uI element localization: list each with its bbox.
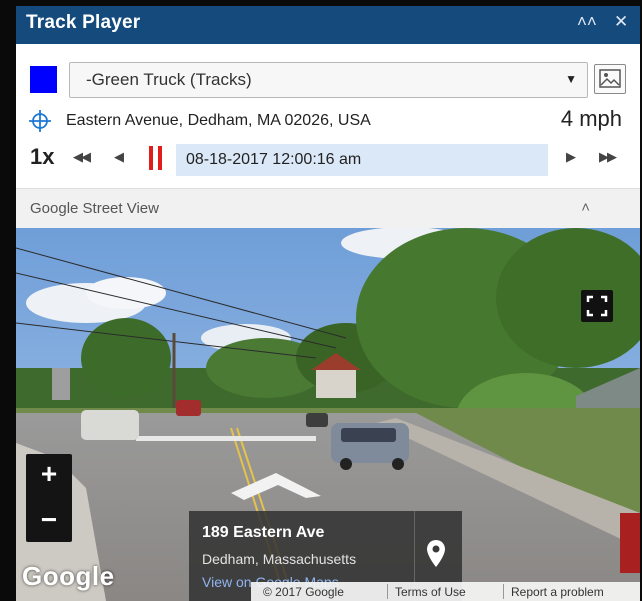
player-controls: -Green Truck (Tracks) ▼ Eastern Avenue, … bbox=[16, 44, 640, 188]
track-select[interactable]: -Green Truck (Tracks) ▼ bbox=[69, 62, 588, 98]
card-street: 189 Eastern Ave bbox=[202, 524, 325, 541]
card-city: Dedham, Massachusetts bbox=[202, 551, 357, 567]
speed-text: 4 mph bbox=[560, 106, 622, 131]
playback-rate[interactable]: 1x bbox=[30, 144, 54, 170]
map-footer: © 2017 Google Terms of Use Report a prob… bbox=[251, 582, 640, 601]
skip-last-icon[interactable]: ▶▶ bbox=[599, 149, 617, 165]
chevron-up-icon[interactable]: ˄ bbox=[581, 199, 590, 216]
panel-title: Track Player bbox=[26, 12, 141, 33]
chevron-down-icon: ▼ bbox=[565, 72, 577, 86]
step-back-icon[interactable]: ◀ bbox=[114, 149, 124, 165]
timestamp-value: 08-18-2017 12:00:16 am bbox=[186, 151, 362, 168]
map-pin-icon[interactable] bbox=[425, 539, 447, 569]
track-color-swatch[interactable] bbox=[30, 66, 57, 93]
footer-divider bbox=[503, 584, 504, 599]
track-select-value: -Green Truck (Tracks) bbox=[86, 70, 252, 89]
google-logo: Google bbox=[22, 561, 115, 591]
street-view-header[interactable]: Google Street View ˄ bbox=[16, 188, 640, 230]
footer-divider bbox=[387, 584, 388, 599]
street-view-title: Google Street View bbox=[30, 200, 159, 217]
image-icon[interactable] bbox=[594, 64, 626, 94]
window-frame: Track Player ˄˄ ✕ -Green Truck (Tracks) … bbox=[0, 0, 642, 601]
collapse-panel-icon[interactable]: ˄˄ bbox=[577, 12, 597, 32]
step-forward-icon[interactable]: ▶ bbox=[566, 149, 576, 165]
terms-link[interactable]: Terms of Use bbox=[395, 585, 466, 599]
pause-icon[interactable] bbox=[149, 146, 163, 170]
track-player-panel: Track Player ˄˄ ✕ -Green Truck (Tracks) … bbox=[16, 6, 640, 601]
copyright-text: © 2017 Google bbox=[263, 585, 344, 599]
street-view-panorama[interactable]: + − Google 189 Eastern Ave Dedham, Massa… bbox=[16, 228, 640, 601]
title-bar: Track Player ˄˄ ✕ bbox=[16, 6, 640, 44]
zoom-in-button[interactable]: + bbox=[26, 454, 72, 496]
timestamp-field[interactable]: 08-18-2017 12:00:16 am bbox=[176, 144, 548, 176]
crosshair-icon[interactable] bbox=[29, 110, 51, 132]
zoom-out-button[interactable]: − bbox=[26, 500, 72, 542]
close-icon[interactable]: ✕ bbox=[614, 12, 628, 32]
skip-first-icon[interactable]: ◀◀ bbox=[73, 149, 91, 165]
fullscreen-icon[interactable] bbox=[581, 290, 613, 322]
zoom-control: + − bbox=[26, 454, 72, 542]
report-problem-link[interactable]: Report a problem bbox=[511, 585, 604, 599]
address-text: Eastern Avenue, Dedham, MA 02026, USA bbox=[66, 112, 371, 129]
